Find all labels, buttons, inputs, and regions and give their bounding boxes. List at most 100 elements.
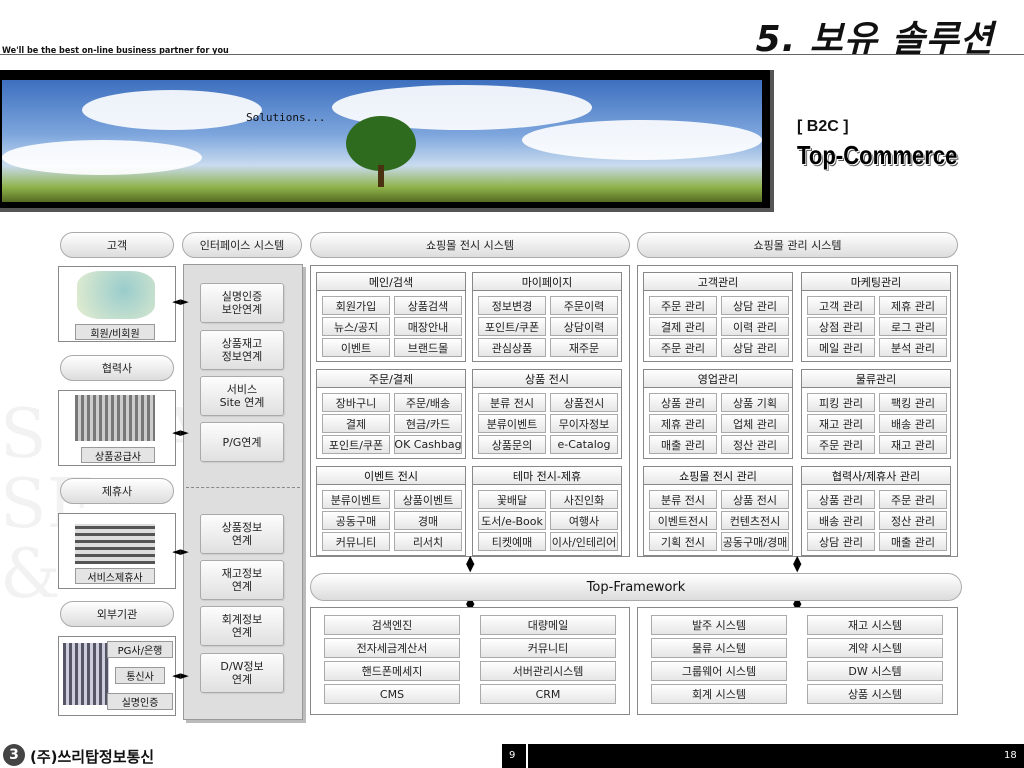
group-title: 상품 전시	[472, 369, 622, 388]
group-item[interactable]: 결제	[322, 414, 390, 433]
supplier-box: 상품공급사	[58, 390, 176, 466]
system-item[interactable]: 물류 시스템	[651, 638, 787, 658]
system-item[interactable]: 서버관리시스템	[480, 661, 616, 681]
tree-icon	[346, 116, 416, 171]
group-item[interactable]: 분류 전시	[649, 490, 717, 509]
group-item[interactable]: 상품 관리	[649, 393, 717, 412]
group-item[interactable]: 회원가입	[322, 296, 390, 315]
system-item[interactable]: 발주 시스템	[651, 615, 787, 635]
group-item[interactable]: 분류이벤트	[478, 414, 546, 433]
group-item[interactable]: 기획 전시	[649, 532, 717, 551]
group-item[interactable]: 공동구매	[322, 511, 390, 530]
group-item[interactable]: 재고 관리	[807, 414, 875, 433]
group-item[interactable]: 이벤트	[322, 338, 390, 357]
group-item[interactable]: 팩킹 관리	[879, 393, 947, 412]
group-item[interactable]: 업체 관리	[721, 414, 789, 433]
system-item[interactable]: 상품 시스템	[807, 684, 943, 704]
bidirectional-arrow-icon: ◄►	[172, 545, 189, 558]
system-item[interactable]: CMS	[324, 684, 460, 704]
group-item[interactable]: 무이자정보	[550, 414, 618, 433]
group-item[interactable]: 상품 관리	[807, 490, 875, 509]
group-item[interactable]: 포인트/쿠폰	[478, 317, 546, 336]
group-item[interactable]: 분류 전시	[478, 393, 546, 412]
group-item[interactable]: 매출 관리	[879, 532, 947, 551]
group-item[interactable]: 상품문의	[478, 435, 546, 454]
group-item[interactable]: 주문 관리	[649, 338, 717, 357]
group-item[interactable]: 여행사	[550, 511, 618, 530]
system-item[interactable]: 재고 시스템	[807, 615, 943, 635]
system-item[interactable]: 커뮤니티	[480, 638, 616, 658]
system-item[interactable]: 대량메일	[480, 615, 616, 635]
group-item[interactable]: 브랜드몰	[394, 338, 462, 357]
interface-box: 서비스 Site 연계	[200, 376, 284, 416]
group-item[interactable]: 정보변경	[478, 296, 546, 315]
group-item[interactable]: 분석 관리	[879, 338, 947, 357]
group-item[interactable]: e-Catalog	[550, 435, 618, 454]
group-item[interactable]: 주문이력	[550, 296, 618, 315]
group-item[interactable]: 제휴 관리	[879, 296, 947, 315]
group-item[interactable]: OK Cashbag	[394, 435, 462, 454]
group-item[interactable]: 도서/e-Book	[478, 511, 546, 530]
system-item[interactable]: CRM	[480, 684, 616, 704]
group-item[interactable]: 티켓예매	[478, 532, 546, 551]
group-item[interactable]: 상품전시	[550, 393, 618, 412]
group-item[interactable]: 사진인화	[550, 490, 618, 509]
group-item[interactable]: 포인트/쿠폰	[322, 435, 390, 454]
group-item[interactable]: 현금/카드	[394, 414, 462, 433]
group-item[interactable]: 재주문	[550, 338, 618, 357]
company-logo-icon: 3	[3, 744, 25, 766]
group-item[interactable]: 상담 관리	[721, 338, 789, 357]
group-item[interactable]: 주문 관리	[879, 490, 947, 509]
group-item[interactable]: 배송 관리	[879, 414, 947, 433]
group-item[interactable]: 관심상품	[478, 338, 546, 357]
system-item[interactable]: DW 시스템	[807, 661, 943, 681]
group-item[interactable]: 로그 관리	[879, 317, 947, 336]
system-item[interactable]: 그룹웨어 시스템	[651, 661, 787, 681]
group-item[interactable]: 꽃배달	[478, 490, 546, 509]
system-item[interactable]: 검색엔진	[324, 615, 460, 635]
system-item[interactable]: 회계 시스템	[651, 684, 787, 704]
partner-pill: 협력사	[60, 355, 174, 381]
group-item[interactable]: 배송 관리	[807, 511, 875, 530]
group-item[interactable]: 상품 전시	[721, 490, 789, 509]
company-name: (주)쓰리탑정보통신	[30, 748, 155, 766]
group-item[interactable]: 상점 관리	[807, 317, 875, 336]
group-item[interactable]: 제휴 관리	[649, 414, 717, 433]
group-item[interactable]: 주문 관리	[807, 435, 875, 454]
interface-box: 상품정보 연계	[200, 514, 284, 554]
group-item[interactable]: 리서치	[394, 532, 462, 551]
group-item[interactable]: 메일 관리	[807, 338, 875, 357]
group-item[interactable]: 상품 기획	[721, 393, 789, 412]
group-item[interactable]: 상담 관리	[721, 296, 789, 315]
group-item[interactable]: 이벤트전시	[649, 511, 717, 530]
system-item[interactable]: 전자세금계산서	[324, 638, 460, 658]
group-item[interactable]: 결제 관리	[649, 317, 717, 336]
group-item[interactable]: 정산 관리	[721, 435, 789, 454]
group-item[interactable]: 이사/인테리어	[550, 532, 618, 551]
external-box: PG사/은행 통신사 실명인증	[58, 636, 176, 716]
system-item[interactable]: 계약 시스템	[807, 638, 943, 658]
group-item[interactable]: 장바구니	[322, 393, 390, 412]
group-item[interactable]: 뉴스/공지	[322, 317, 390, 336]
group-item[interactable]: 피킹 관리	[807, 393, 875, 412]
column-mall-manage: 쇼핑몰 관리 시스템	[637, 232, 958, 258]
group-item[interactable]: 공동구매/경매	[721, 532, 789, 551]
system-item[interactable]: 핸드폰메세지	[324, 661, 460, 681]
group-item[interactable]: 매출 관리	[649, 435, 717, 454]
group-item[interactable]: 이력 관리	[721, 317, 789, 336]
group-item[interactable]: 정산 관리	[879, 511, 947, 530]
group-item[interactable]: 고객 관리	[807, 296, 875, 315]
group-item[interactable]: 경매	[394, 511, 462, 530]
group-item[interactable]: 상담이력	[550, 317, 618, 336]
group-item[interactable]: 주문 관리	[649, 296, 717, 315]
group-item[interactable]: 커뮤니티	[322, 532, 390, 551]
group-item[interactable]: 분류이벤트	[322, 490, 390, 509]
top-framework-bar: Top-Framework	[310, 573, 962, 601]
group-item[interactable]: 주문/배송	[394, 393, 462, 412]
group-item[interactable]: 상담 관리	[807, 532, 875, 551]
group-item[interactable]: 재고 관리	[879, 435, 947, 454]
group-item[interactable]: 컨텐츠전시	[721, 511, 789, 530]
group-item[interactable]: 매장안내	[394, 317, 462, 336]
group-item[interactable]: 상품검색	[394, 296, 462, 315]
group-item[interactable]: 상품이벤트	[394, 490, 462, 509]
